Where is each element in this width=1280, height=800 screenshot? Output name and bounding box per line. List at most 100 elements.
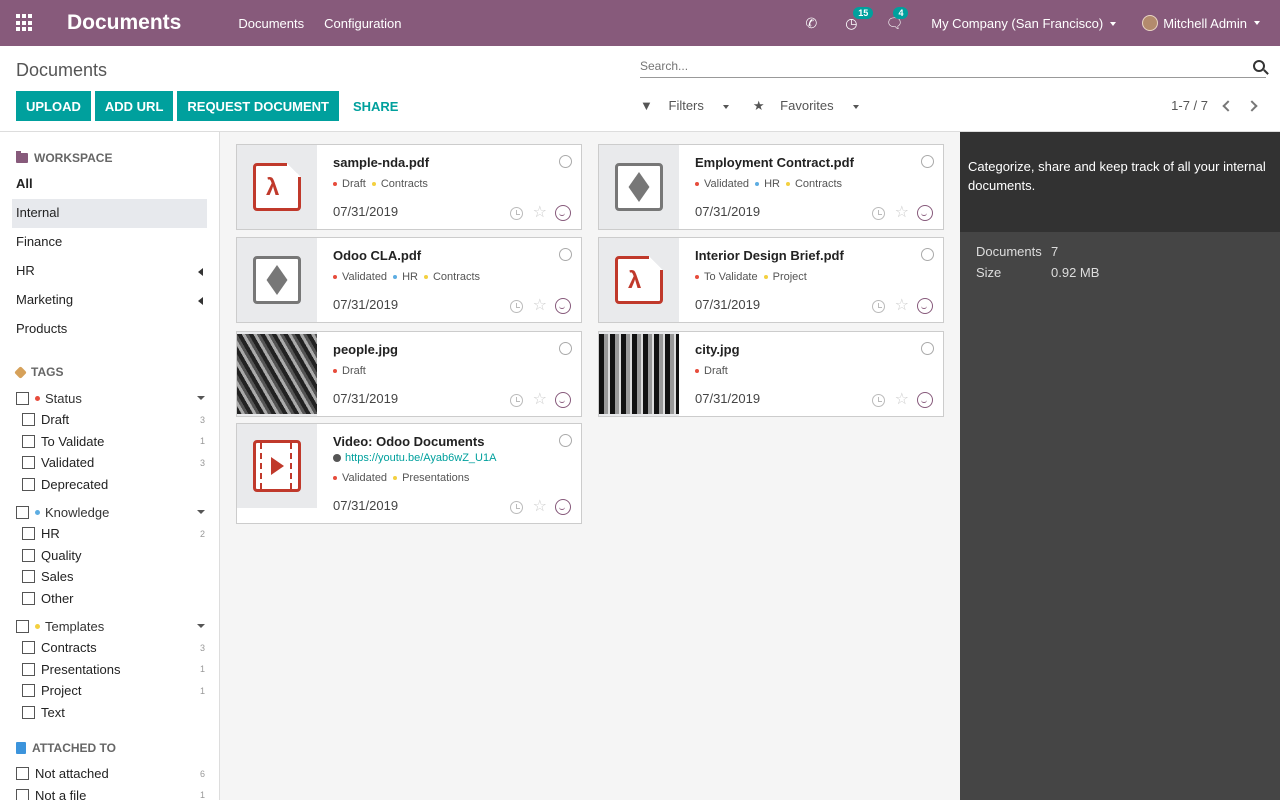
caret-left-icon[interactable] <box>198 297 203 305</box>
activity-clock-icon[interactable] <box>509 393 523 407</box>
owner-smiley-icon[interactable] <box>917 392 933 408</box>
menu-documents[interactable]: Documents <box>238 16 304 31</box>
document-thumbnail[interactable]: λ <box>599 238 679 322</box>
owner-smiley-icon[interactable] <box>555 298 571 314</box>
favorites-dropdown[interactable]: ★ Favorites <box>753 98 871 114</box>
select-radio[interactable] <box>921 342 934 355</box>
favorite-star-icon[interactable]: ☆ <box>895 205 909 221</box>
document-thumbnail[interactable]: λ <box>237 145 317 229</box>
document-card[interactable]: λ Interior Design Brief.pdf To Validate Pro… <box>598 237 944 323</box>
checkbox[interactable] <box>22 434 35 448</box>
document-card[interactable]: city.jpg Draft 07/31/2019 ☆ <box>598 331 944 417</box>
upload-button[interactable]: UPLOAD <box>16 91 91 121</box>
tag-option[interactable]: Quality <box>22 545 205 567</box>
checkbox[interactable] <box>16 619 29 633</box>
attached-option[interactable]: Not attached 6 <box>16 763 205 785</box>
owner-smiley-icon[interactable] <box>555 205 571 221</box>
search-input[interactable] <box>640 59 1220 73</box>
chevron-down-icon[interactable] <box>197 510 205 514</box>
checkbox[interactable] <box>16 505 29 519</box>
tag-group-header[interactable]: Status <box>16 387 205 409</box>
checkbox[interactable] <box>22 684 35 698</box>
menu-configuration[interactable]: Configuration <box>324 16 401 31</box>
tag-option[interactable]: Presentations 1 <box>22 659 205 681</box>
tag-option[interactable]: Validated 3 <box>22 452 205 474</box>
tag-option[interactable]: Project 1 <box>22 680 205 702</box>
messages-icon[interactable]: 🗨 4 <box>885 6 909 32</box>
sidebar-item-marketing[interactable]: Marketing <box>0 286 207 315</box>
checkbox[interactable] <box>22 570 35 584</box>
document-card[interactable]: Video: Odoo Documents https://youtu.be/Ay… <box>236 423 582 524</box>
document-card[interactable]: λ sample-nda.pdf Draft Contracts 07/31/2019 ☆ <box>236 144 582 230</box>
checkbox[interactable] <box>22 591 35 605</box>
attached-option[interactable]: Not a file 1 <box>16 785 205 800</box>
sidebar-item-finance[interactable]: Finance <box>0 228 207 257</box>
share-button[interactable]: SHARE <box>343 91 409 121</box>
owner-smiley-icon[interactable] <box>555 392 571 408</box>
checkbox[interactable] <box>22 527 35 541</box>
select-radio[interactable] <box>559 434 572 447</box>
document-card[interactable]: people.jpg Draft 07/31/2019 ☆ <box>236 331 582 417</box>
favorite-star-icon[interactable]: ☆ <box>895 392 909 408</box>
activity-clock-icon[interactable]: ◷ 15 <box>845 6 874 32</box>
checkbox[interactable] <box>22 477 35 491</box>
document-thumbnail[interactable] <box>599 332 679 416</box>
favorite-star-icon[interactable]: ☆ <box>895 298 909 314</box>
favorite-star-icon[interactable]: ☆ <box>533 205 547 221</box>
request-document-button[interactable]: REQUEST DOCUMENT <box>177 91 339 121</box>
phone-icon[interactable]: ✆ <box>806 15 818 32</box>
caret-left-icon[interactable] <box>198 268 203 276</box>
checkbox[interactable] <box>22 548 35 562</box>
activity-clock-icon[interactable] <box>871 206 885 220</box>
tag-group-header[interactable]: Templates <box>16 615 205 637</box>
document-card[interactable]: Employment Contract.pdf Validated HR Contra… <box>598 144 944 230</box>
chevron-down-icon[interactable] <box>197 396 205 400</box>
select-radio[interactable] <box>559 342 572 355</box>
document-url[interactable]: https://youtu.be/Ayab6wZ_U1A <box>333 452 496 464</box>
sidebar-item-products[interactable]: Products <box>0 315 207 344</box>
chevron-down-icon[interactable] <box>197 624 205 628</box>
checkbox[interactable] <box>22 705 35 719</box>
apps-menu-icon[interactable] <box>16 14 34 32</box>
chevron-right-icon[interactable] <box>1246 99 1258 112</box>
tag-group-header[interactable]: Knowledge <box>16 501 205 523</box>
activity-clock-icon[interactable] <box>509 500 523 514</box>
tag-option[interactable]: Deprecated <box>22 474 205 496</box>
tag-option[interactable]: HR 2 <box>22 523 205 545</box>
activity-clock-icon[interactable] <box>871 299 885 313</box>
chevron-left-icon[interactable] <box>1222 99 1234 112</box>
checkbox[interactable] <box>16 788 29 800</box>
activity-clock-icon[interactable] <box>509 299 523 313</box>
pager-value[interactable]: 1-7 / 7 <box>1171 98 1208 113</box>
activity-clock-icon[interactable] <box>509 206 523 220</box>
checkbox[interactable] <box>16 391 29 405</box>
checkbox[interactable] <box>22 662 35 676</box>
document-thumbnail[interactable] <box>237 238 317 322</box>
filters-dropdown[interactable]: ▼ Filters <box>640 98 741 114</box>
checkbox[interactable] <box>22 641 35 655</box>
user-menu[interactable]: Mitchell Admin <box>1142 15 1260 31</box>
select-radio[interactable] <box>559 248 572 261</box>
checkbox[interactable] <box>22 413 35 427</box>
tag-option[interactable]: Text <box>22 702 205 724</box>
favorite-star-icon[interactable]: ☆ <box>533 499 547 515</box>
document-thumbnail[interactable] <box>237 424 317 508</box>
sidebar-item-all[interactable]: All <box>4 170 207 199</box>
activity-clock-icon[interactable] <box>871 393 885 407</box>
select-radio[interactable] <box>921 155 934 168</box>
tag-option[interactable]: Draft 3 <box>22 409 205 431</box>
favorite-star-icon[interactable]: ☆ <box>533 298 547 314</box>
add-url-button[interactable]: ADD URL <box>94 91 174 121</box>
owner-smiley-icon[interactable] <box>917 298 933 314</box>
document-thumbnail[interactable] <box>599 145 679 229</box>
checkbox[interactable] <box>16 767 29 781</box>
sidebar-item-internal[interactable]: Internal <box>12 199 207 228</box>
tag-option[interactable]: Contracts 3 <box>22 637 205 659</box>
tag-option[interactable]: Sales <box>22 566 205 588</box>
favorite-star-icon[interactable]: ☆ <box>533 392 547 408</box>
sidebar-item-hr[interactable]: HR <box>0 257 207 286</box>
tag-option[interactable]: Other <box>22 588 205 610</box>
company-switcher[interactable]: My Company (San Francisco) <box>931 16 1117 31</box>
owner-smiley-icon[interactable] <box>555 499 571 515</box>
document-thumbnail[interactable] <box>237 332 317 416</box>
